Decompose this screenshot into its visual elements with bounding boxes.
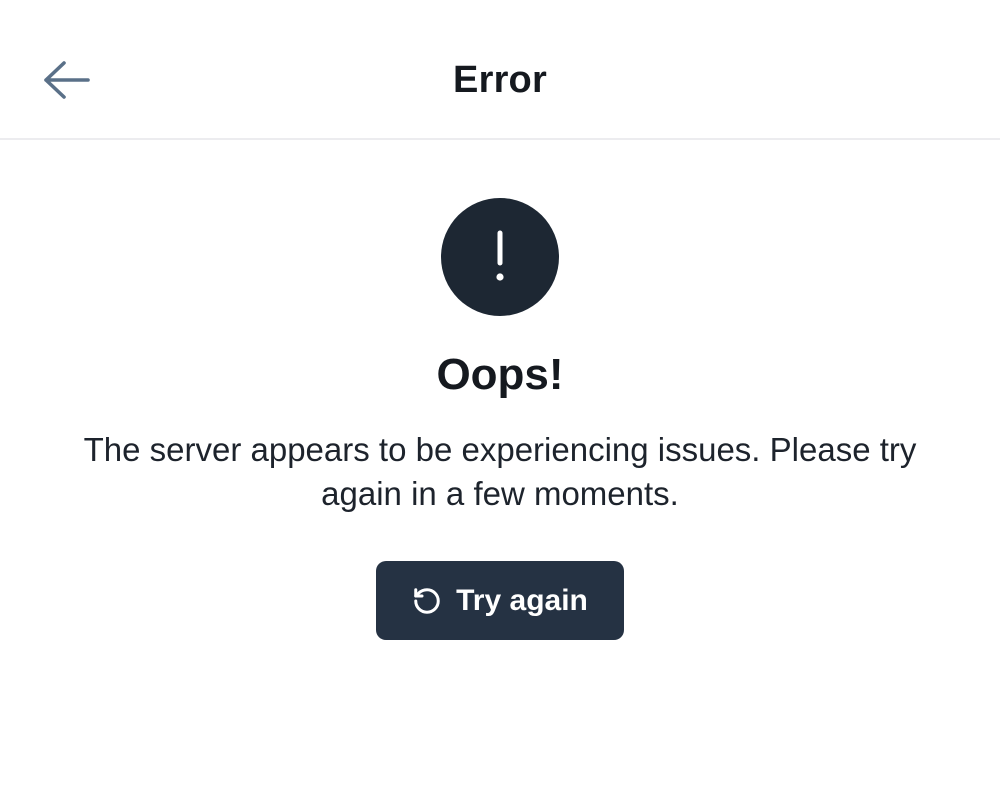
- try-again-label: Try again: [456, 583, 588, 617]
- exclamation-circle-icon: [441, 198, 559, 316]
- error-message: The server appears to be experiencing is…: [83, 431, 917, 512]
- error-screen: Error Oops! The server appears to be exp…: [0, 0, 1000, 785]
- error-content: Oops! The server appears to be experienc…: [0, 142, 1000, 785]
- try-again-button[interactable]: Try again: [376, 561, 624, 640]
- header-bar: Error: [0, 0, 1000, 140]
- error-heading: Oops!: [436, 350, 564, 399]
- rotate-ccw-icon: [412, 586, 442, 616]
- page-title: Error: [453, 59, 547, 101]
